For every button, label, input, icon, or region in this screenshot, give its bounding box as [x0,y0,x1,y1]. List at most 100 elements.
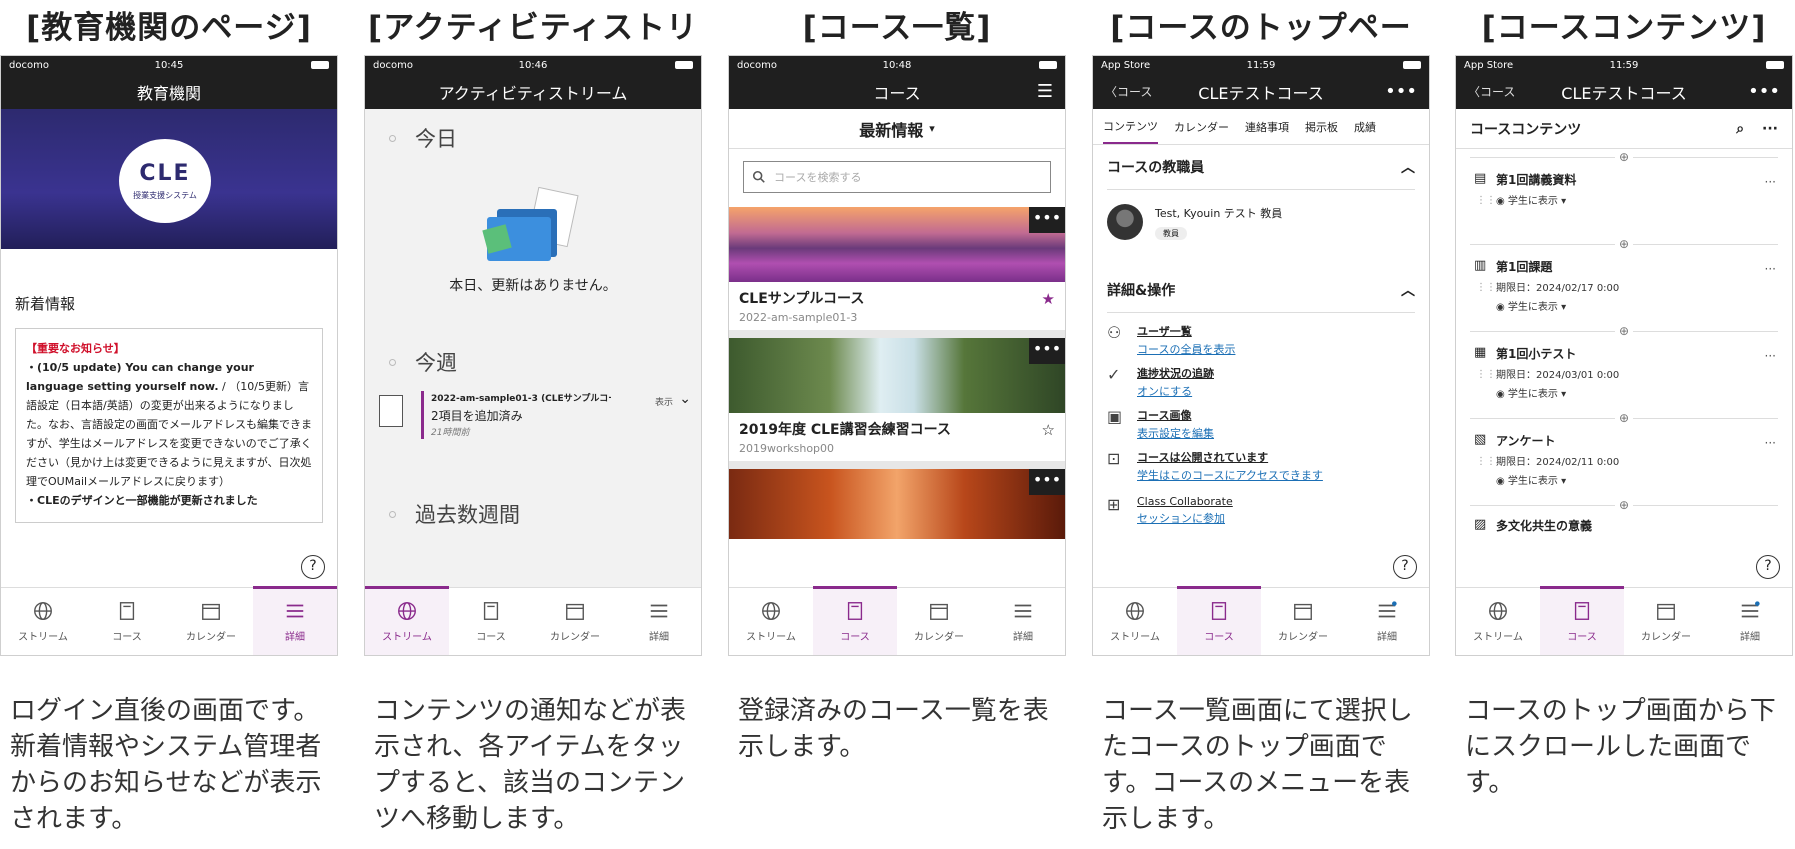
drag-handle-icon[interactable]: ⋮⋮ [1476,282,1496,293]
item-show-button[interactable]: 表示 [655,395,673,408]
op-course-image[interactable]: ▣ コース画像 表示設定を編集 [1093,407,1429,447]
more-icon[interactable]: ••• [1029,338,1065,364]
add-content-icon[interactable]: ⊕ [1456,149,1792,165]
visibility-dropdown[interactable]: ◉ 学生に表示 ▾ [1496,192,1778,207]
op-progress[interactable]: ✓ 進捗状況の追跡 オンにする [1093,365,1429,405]
op-user-list[interactable]: ⚇ ユーザ一覧 コースの全員を表示 [1093,323,1429,363]
favorite-star-icon[interactable]: ★ [1042,290,1055,308]
back-button[interactable]: 〈コース [1105,83,1152,100]
tab-calendar[interactable]: カレンダー [533,588,617,655]
course-card[interactable]: 2019年度 CLE講習会練習コース 2019workshop00 ☆ [729,413,1065,461]
activity-item[interactable]: 2022-am-sample01-3 (CLEサンプルコー… 2項目を追加済み … [379,391,691,451]
news-more: ・CLEのデザインと一部機能が更新されました [26,494,258,507]
help-icon[interactable]: ? [1756,555,1780,579]
tab-detail[interactable]: 詳細 [617,588,701,655]
content-item[interactable]: ▧ ⋮⋮ アンケート 期限日：2024/02/11 0:00 ◉ 学生に表示 ▾… [1456,426,1792,497]
tab-detail[interactable]: 詳細 [981,588,1065,655]
content-item[interactable]: ▤ ⋮⋮ 第1回講義資料 ◉ 学生に表示 ▾ ··· [1456,165,1792,236]
tab-bar: ストリーム コース カレンダー 詳細 [729,586,1065,655]
book-icon [1211,602,1227,620]
clock: 11:59 [1609,59,1639,71]
visibility-dropdown[interactable]: ◉ 学生に表示 ▾ [1496,385,1778,400]
filter-settings-icon[interactable]: ☰ [1037,81,1053,102]
more-icon[interactable]: ••• [1029,469,1065,495]
tab-stream[interactable]: ストリーム [1,588,85,655]
tab-stream[interactable]: ストリーム [1093,588,1177,655]
details-header[interactable]: 詳細&操作 ︿ [1093,268,1429,312]
tab-contents[interactable]: コンテンツ [1103,109,1158,144]
chevron-up-icon[interactable]: ︿ [1401,280,1415,300]
help-icon[interactable]: ? [301,555,325,579]
visibility-dropdown[interactable]: ◉ 学生に表示 ▾ [1496,298,1778,313]
op-class-collaborate[interactable]: ⊞ Class Collaborate セッションに参加 [1093,495,1429,535]
more-icon[interactable]: ··· [1762,121,1778,137]
favorite-star-icon[interactable]: ☆ [1042,421,1055,439]
nav-bar: コース ☰ [729,74,1065,109]
more-icon[interactable]: ··· [1765,262,1776,276]
column-caption: ログイン直後の画面です。新着情報やシステム管理者からのお知らせなどが表示されます… [10,696,322,834]
tab-calendar[interactable]: カレンダー [1174,119,1229,135]
nav-title: コース [873,83,921,103]
course-card-image[interactable]: ••• [729,207,1065,282]
check-circle-icon: ✓ [1107,365,1121,384]
more-icon[interactable]: ••• [1748,81,1780,102]
chevron-up-icon[interactable]: ︿ [1401,157,1415,177]
tab-calendar[interactable]: カレンダー [897,588,981,655]
search-icon[interactable]: ⌕ [1736,121,1744,137]
tab-calendar[interactable]: カレンダー [1261,588,1345,655]
back-button[interactable]: 〈コース [1468,83,1515,100]
book-icon [847,602,863,620]
menu-icon [1014,604,1032,618]
tab-grades[interactable]: 成績 [1354,119,1376,135]
add-content-icon[interactable]: ⊕ [1456,497,1792,513]
calendar-icon [1657,603,1675,620]
tab-course[interactable]: コース [1177,586,1261,655]
column-title: [コースコンテンツ] [1481,10,1767,46]
tab-stream[interactable]: ストリーム [1456,588,1540,655]
instructors-header[interactable]: コースの教職員 ︿ [1093,145,1429,189]
tab-stream[interactable]: ストリーム [365,586,449,655]
tab-detail[interactable]: 詳細 [1345,588,1429,655]
drag-handle-icon[interactable]: ⋮⋮ [1476,369,1496,380]
add-content-icon[interactable]: ⊕ [1456,236,1792,252]
more-icon[interactable]: ••• [1385,81,1417,102]
more-icon[interactable]: ••• [1029,207,1065,233]
tab-course[interactable]: コース [1540,586,1624,655]
add-content-icon[interactable]: ⊕ [1456,410,1792,426]
more-icon[interactable]: ··· [1765,436,1776,450]
tab-stream[interactable]: ストリーム [729,588,813,655]
help-icon[interactable]: ? [1393,555,1417,579]
tab-calendar[interactable]: カレンダー [169,588,253,655]
tab-course[interactable]: コース [85,588,169,655]
content-item[interactable]: ▦ ⋮⋮ 第1回小テスト 期限日：2024/03/01 0:00 ◉ 学生に表示… [1456,339,1792,410]
phone-activity-stream: docomo 10:46 アクティビティストリーム 今日 本日、更新はありません… [364,55,702,656]
phone-course-list: docomo 10:48 コース ☰ 最新情報 ▾ コースを検索する ••• CL… [728,55,1066,656]
tab-course[interactable]: コース [449,588,533,655]
more-icon[interactable]: ··· [1765,349,1776,363]
course-card-image[interactable]: ••• [729,338,1065,413]
tab-discussion[interactable]: 掲示板 [1305,119,1338,135]
instructor-row[interactable]: Test, Kyouin テスト 教員 教員 [1093,190,1429,254]
drag-handle-icon[interactable]: ⋮⋮ [1476,195,1496,206]
cle-logo: CLE 授業支援システム [119,139,211,223]
tab-detail[interactable]: 詳細 [1708,588,1792,655]
globe-icon [1126,602,1144,620]
course-card-image[interactable]: ••• [729,469,1065,539]
tab-course[interactable]: コース [813,586,897,655]
drag-handle-icon[interactable]: ⋮⋮ [1476,456,1496,467]
more-icon[interactable]: ··· [1765,175,1776,189]
status-bar: App Store 11:59 [1456,56,1792,74]
filter-dropdown[interactable]: 最新情報 ▾ [729,109,1065,149]
course-search-input[interactable]: コースを検索する [743,161,1051,193]
course-card[interactable]: CLEサンプルコース 2022-am-sample01-3 ★ [729,282,1065,330]
tab-calendar[interactable]: カレンダー [1624,588,1708,655]
tab-announcements[interactable]: 連絡事項 [1245,119,1289,135]
visibility-dropdown[interactable]: ◉ 学生に表示 ▾ [1496,472,1778,487]
content-item[interactable]: ▥ ⋮⋮ 第1回課題 期限日：2024/02/17 0:00 ◉ 学生に表示 ▾… [1456,252,1792,323]
chevron-down-icon[interactable]: ⌄ [679,391,691,407]
tab-detail[interactable]: 詳細 [253,586,337,655]
add-content-icon[interactable]: ⊕ [1456,323,1792,339]
op-course-published[interactable]: ⊡ コースは公開されています 学生はこのコースにアクセスできます [1093,449,1429,489]
news-box[interactable]: 【重要なお知らせ】 ・(10/5 update) You can change … [15,328,323,523]
content-item[interactable]: ▨ 多文化共生の意義 [1456,513,1792,537]
